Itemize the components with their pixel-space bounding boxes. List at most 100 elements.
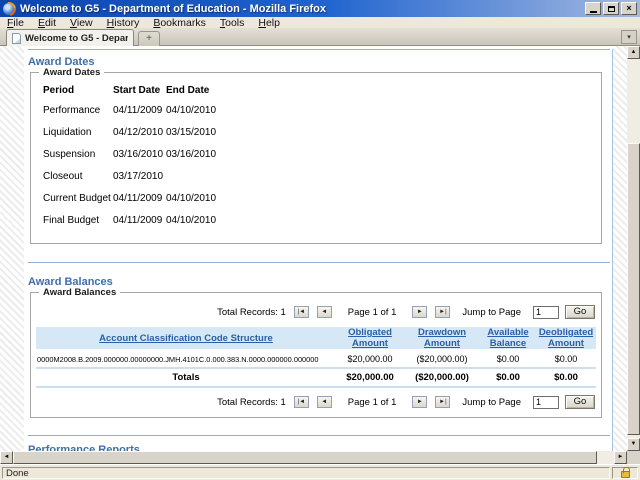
first-page-icon: |◄	[298, 309, 306, 315]
totals-drawdown: ($20,000.00)	[404, 368, 480, 387]
tab-label: Welcome to G5 - Department of Edu...	[25, 33, 128, 44]
next-page-button[interactable]: ►	[412, 306, 427, 318]
section-divider	[28, 435, 610, 436]
table-row: Current Budget 04/11/2009 04/10/2010	[43, 187, 286, 209]
column-header-period: Period	[43, 85, 113, 99]
new-tab-button[interactable]: +	[138, 31, 160, 46]
end-date-cell: 03/16/2010	[166, 143, 286, 165]
last-page-icon: ►|	[439, 309, 447, 315]
accs-cell: 0000M2008.B.2009.000000.00000000.JMH.410…	[36, 350, 336, 368]
last-page-button[interactable]: ►|	[435, 306, 450, 318]
period-cell: Performance	[43, 99, 113, 121]
drawdown-amount-cell: ($20,000.00)	[404, 350, 480, 368]
period-cell: Suspension	[43, 143, 113, 165]
tab-welcome-g5[interactable]: Welcome to G5 - Department of Edu...	[6, 29, 134, 46]
start-date-cell: 04/11/2009	[113, 209, 166, 231]
scroll-up-icon: ▲	[631, 49, 637, 55]
award-dates-fieldset: Award Dates Period Start Date End Date P…	[30, 72, 602, 244]
jump-to-page-label: Jump to Page	[462, 307, 521, 318]
award-dates-legend: Award Dates	[39, 67, 104, 78]
last-page-icon: ►|	[439, 399, 447, 405]
browser-viewport: Award Dates Award Dates Period Start Dat…	[0, 46, 627, 451]
deobligated-amount-cell: $0.00	[536, 350, 596, 368]
restore-button[interactable]	[603, 2, 619, 15]
section-divider	[28, 262, 610, 263]
jump-to-page-label: Jump to Page	[462, 397, 521, 408]
horizontal-scrollbar-thumb[interactable]	[13, 451, 597, 464]
prev-page-button[interactable]: ◄	[317, 396, 332, 408]
scroll-left-icon: ◄	[4, 454, 10, 460]
vertical-scrollbar-thumb[interactable]	[627, 143, 640, 435]
column-header-start-date: Start Date	[113, 85, 166, 99]
top-rule	[28, 49, 610, 50]
content-right-border	[612, 49, 613, 451]
column-header-end-date: End Date	[166, 85, 286, 99]
scroll-up-button[interactable]: ▲	[627, 46, 640, 59]
scroll-left-button[interactable]: ◄	[0, 451, 13, 464]
window-title: Welcome to G5 - Department of Education …	[20, 3, 326, 15]
menu-file[interactable]: File	[0, 17, 31, 29]
column-header-accs-link[interactable]: Account Classification Code Structure	[99, 333, 273, 344]
award-balances-table: Account Classification Code Structure Ob…	[36, 327, 596, 388]
table-row: Performance 04/11/2009 04/10/2010	[43, 99, 286, 121]
end-date-cell: 03/15/2010	[166, 121, 286, 143]
end-date-cell: 04/10/2010	[166, 209, 286, 231]
last-page-button[interactable]: ►|	[435, 396, 450, 408]
first-page-button[interactable]: |◄	[294, 396, 309, 408]
firefox-icon	[3, 3, 15, 15]
close-icon: ×	[626, 4, 631, 13]
totals-available: $0.00	[480, 368, 536, 387]
prev-page-button[interactable]: ◄	[317, 306, 332, 318]
list-tabs-button[interactable]: ▾	[621, 30, 637, 44]
scroll-down-button[interactable]: ▼	[627, 438, 640, 451]
totals-row: Totals $20,000.00 ($20,000.00) $0.00 $0.…	[36, 368, 596, 387]
pagination-bottom: Total Records: 1 |◄ ◄ Page 1 of 1 ► ►| J…	[213, 395, 595, 409]
close-button[interactable]: ×	[621, 2, 637, 15]
left-margin-stripes	[0, 46, 24, 451]
tab-bar: Welcome to G5 - Department of Edu... + ▾	[0, 28, 640, 46]
totals-obligated: $20,000.00	[336, 368, 404, 387]
menu-help[interactable]: Help	[251, 17, 287, 29]
table-row: Liquidation 04/12/2010 03/15/2010	[43, 121, 286, 143]
window-controls: ×	[585, 2, 637, 15]
column-header-obligated-link[interactable]: Obligated Amount	[348, 327, 392, 349]
menu-tools[interactable]: Tools	[213, 17, 252, 29]
table-row: Closeout 03/17/2010	[43, 165, 286, 187]
next-page-icon: ►	[417, 399, 423, 405]
totals-deobligated: $0.00	[536, 368, 596, 387]
page-icon	[12, 33, 21, 44]
menu-view[interactable]: View	[63, 17, 100, 29]
table-row: 0000M2008.B.2009.000000.00000000.JMH.410…	[36, 350, 596, 368]
minimize-button[interactable]	[585, 2, 601, 15]
start-date-cell: 03/16/2010	[113, 143, 166, 165]
status-bar: Done	[0, 464, 640, 480]
column-header-drawdown-link[interactable]: Drawdown Amount	[418, 327, 466, 349]
menu-history[interactable]: History	[100, 17, 147, 29]
lock-icon	[621, 471, 630, 478]
go-button[interactable]: Go	[565, 305, 595, 319]
obligated-amount-cell: $20,000.00	[336, 350, 404, 368]
horizontal-scrollbar[interactable]: ◄ ►	[0, 451, 627, 464]
period-cell: Final Budget	[43, 209, 113, 231]
available-balance-cell: $0.00	[480, 350, 536, 368]
jump-to-page-input[interactable]	[533, 396, 559, 409]
menu-edit[interactable]: Edit	[31, 17, 63, 29]
column-header-deobligated-link[interactable]: Deobligated Amount	[539, 327, 593, 349]
first-page-button[interactable]: |◄	[294, 306, 309, 318]
menu-bookmarks[interactable]: Bookmarks	[146, 17, 213, 29]
column-header-available-link[interactable]: Available Balance	[487, 327, 528, 349]
status-text: Done	[2, 467, 610, 479]
total-records-label: Total Records: 1	[217, 397, 286, 408]
vertical-scrollbar[interactable]: ▲ ▼	[627, 46, 640, 451]
next-page-button[interactable]: ►	[412, 396, 427, 408]
award-balances-legend: Award Balances	[39, 287, 120, 298]
right-margin-stripes	[613, 46, 627, 451]
menu-bar: File Edit View History Bookmarks Tools H…	[0, 17, 640, 28]
jump-to-page-input[interactable]	[533, 306, 559, 319]
go-button[interactable]: Go	[565, 395, 595, 409]
scroll-right-button[interactable]: ►	[614, 451, 627, 464]
table-row: Final Budget 04/11/2009 04/10/2010	[43, 209, 286, 231]
award-dates-table: Period Start Date End Date Performance 0…	[43, 85, 286, 231]
period-cell: Current Budget	[43, 187, 113, 209]
period-cell: Liquidation	[43, 121, 113, 143]
